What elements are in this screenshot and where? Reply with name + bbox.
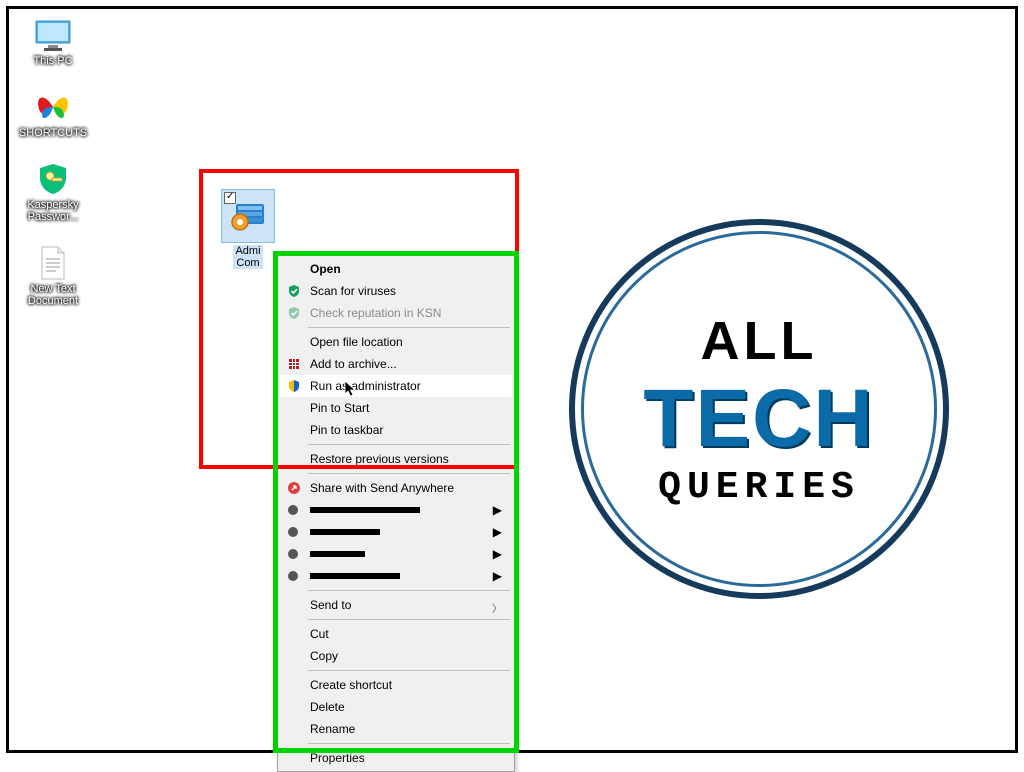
menu-item-archive[interactable]: Add to archive...	[280, 353, 512, 375]
watermark-logo: ALL TECH QUERIES	[569, 219, 949, 599]
redacted-text	[310, 507, 420, 513]
menu-item-redacted[interactable]: ▶	[280, 499, 512, 521]
bullet-icon	[288, 549, 298, 559]
key-shield-icon	[33, 161, 73, 197]
menu-separator	[308, 619, 510, 620]
menu-item-redacted[interactable]: ▶	[280, 543, 512, 565]
desktop-icon-label: Kaspersky Passwor...	[17, 199, 89, 223]
submenu-arrow-icon: ▶	[493, 525, 502, 539]
submenu-arrow-icon: ▶	[493, 569, 502, 583]
shield-check-icon	[286, 283, 302, 299]
desktop-icon-this-pc[interactable]: This PC	[17, 17, 89, 67]
logo-line1: ALL	[701, 310, 818, 372]
menu-item-pin-taskbar[interactable]: Pin to taskbar	[280, 419, 512, 441]
desktop-icon-shortcuts[interactable]: SHORTCUTS	[17, 89, 89, 139]
menu-item-send-to[interactable]: Send to 〉	[280, 594, 512, 616]
menu-item-restore[interactable]: Restore previous versions	[280, 448, 512, 470]
menu-separator	[308, 743, 510, 744]
desktop-icon-column: This PC SHORTCUTS Kaspersky Passwor... N…	[17, 17, 89, 329]
bullet-icon	[288, 527, 298, 537]
menu-item-share[interactable]: Share with Send Anywhere	[280, 477, 512, 499]
screenshot-frame: This PC SHORTCUTS Kaspersky Passwor... N…	[6, 6, 1018, 753]
menu-separator	[308, 444, 510, 445]
menu-item-open-location[interactable]: Open file location	[280, 331, 512, 353]
desktop-icon-label: This PC	[17, 55, 89, 67]
menu-item-delete[interactable]: Delete	[280, 696, 512, 718]
shield-check-icon	[286, 305, 302, 321]
menu-separator	[308, 590, 510, 591]
selection-checkbox-icon	[224, 192, 236, 204]
submenu-arrow-icon: ▶	[493, 503, 502, 517]
menu-item-copy[interactable]: Copy	[280, 645, 512, 667]
selected-desktop-icon[interactable]: Admi Com	[219, 189, 277, 269]
selected-icon-label: Admi Com	[233, 245, 262, 269]
menu-separator	[308, 670, 510, 671]
menu-item-cut[interactable]: Cut	[280, 623, 512, 645]
redacted-text	[310, 551, 365, 557]
menu-item-open[interactable]: Open	[280, 258, 512, 280]
bullet-icon	[288, 505, 298, 515]
uac-shield-icon	[286, 378, 302, 394]
menu-item-rename[interactable]: Rename	[280, 718, 512, 740]
menu-item-run-admin[interactable]: Run as administrator	[280, 375, 512, 397]
menu-item-ksn: Check reputation in KSN	[280, 302, 512, 324]
menu-separator	[308, 473, 510, 474]
menu-item-redacted[interactable]: ▶	[280, 521, 512, 543]
submenu-arrow-icon: 〉	[492, 600, 502, 615]
desktop-icon-new-text[interactable]: New Text Document	[17, 245, 89, 307]
archive-icon	[286, 356, 302, 372]
submenu-arrow-icon: ▶	[493, 547, 502, 561]
share-icon	[286, 480, 302, 496]
text-file-icon	[33, 245, 73, 281]
redacted-text	[310, 529, 380, 535]
desktop-icon-kaspersky[interactable]: Kaspersky Passwor...	[17, 161, 89, 223]
menu-separator	[308, 327, 510, 328]
menu-item-properties[interactable]: Properties	[280, 747, 512, 769]
desktop-icon-label: New Text Document	[17, 283, 89, 307]
monitor-icon	[33, 17, 73, 53]
redacted-text	[310, 573, 400, 579]
menu-item-redacted[interactable]: ▶	[280, 565, 512, 587]
context-menu: Open Scan for viruses Check reputation i…	[277, 255, 515, 772]
logo-line3: QUERIES	[658, 466, 860, 509]
desktop-icon-label: SHORTCUTS	[17, 127, 89, 139]
menu-item-pin-start[interactable]: Pin to Start	[280, 397, 512, 419]
menu-item-scan[interactable]: Scan for viruses	[280, 280, 512, 302]
logo-line2: TECH	[643, 372, 874, 466]
butterfly-icon	[33, 89, 73, 125]
bullet-icon	[288, 571, 298, 581]
menu-item-shortcut[interactable]: Create shortcut	[280, 674, 512, 696]
